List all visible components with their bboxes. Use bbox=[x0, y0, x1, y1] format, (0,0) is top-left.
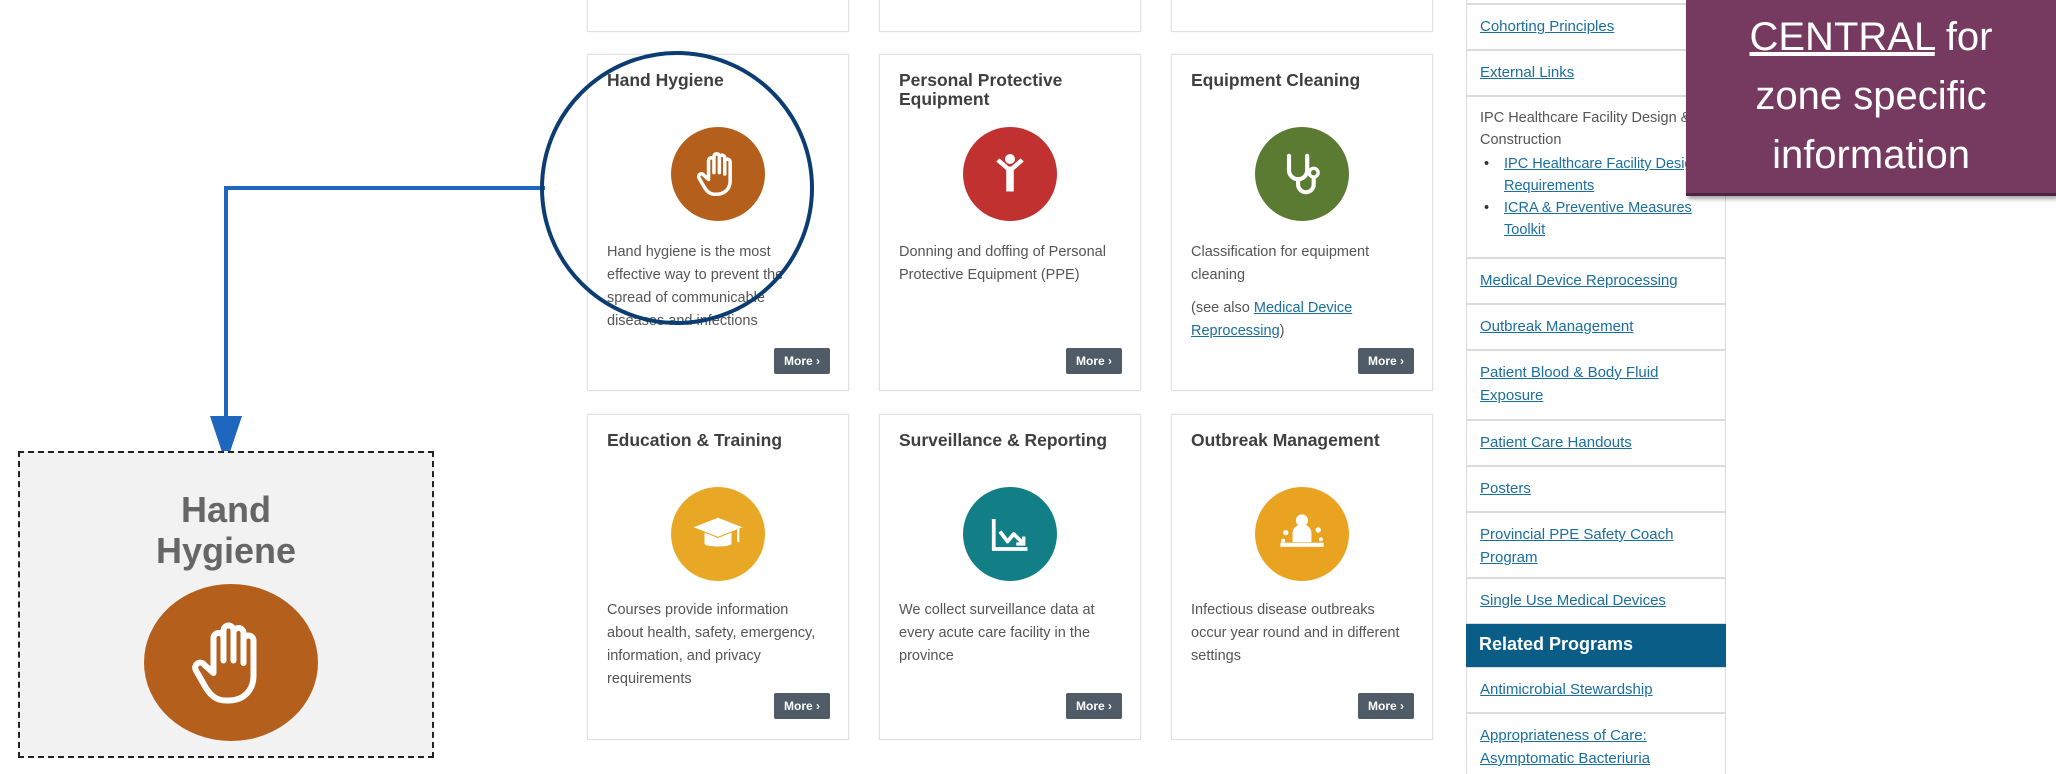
card-title: Surveillance & Reporting bbox=[899, 430, 1108, 450]
related-programs-header: Related Programs bbox=[1466, 624, 1726, 667]
card-hand-hygiene[interactable]: Hand Hygiene Hand hygiene is the most ef… bbox=[587, 54, 849, 391]
callout-title: Hand Hygiene bbox=[155, 489, 297, 571]
sidebar-item-posters[interactable]: Posters bbox=[1466, 466, 1726, 512]
card-description: Classification for equipment cleaning (s… bbox=[1191, 244, 1370, 339]
hand-icon bbox=[671, 127, 765, 221]
card-ppe[interactable]: Personal Protective Equipment Donning an… bbox=[879, 54, 1141, 391]
card-description: We collect surveillance data at every ac… bbox=[899, 602, 1095, 664]
card-title: Equipment Cleaning bbox=[1191, 70, 1361, 90]
sidebar-item-blood-body-fluid[interactable]: Patient Blood & Body Fluid Exposure bbox=[1466, 350, 1726, 420]
card-description: Infectious disease outbreaks occur year … bbox=[1191, 602, 1400, 664]
outbreak-icon bbox=[1255, 487, 1349, 581]
sidebar-item-appropriateness-of-care[interactable]: Appropriateness of Care: Asymptomatic Ba… bbox=[1466, 713, 1726, 774]
sidebar-item-ppe-safety-coach[interactable]: Provincial PPE Safety Coach Program bbox=[1466, 512, 1726, 578]
chart-icon bbox=[963, 487, 1057, 581]
card-education-training[interactable]: Education & Training Courses provide inf… bbox=[587, 414, 849, 740]
sidebar-item-medical-device-reprocessing[interactable]: Medical Device Reprocessing bbox=[1466, 258, 1726, 304]
card-outbreak-management[interactable]: Outbreak Management Infectious disease o… bbox=[1171, 414, 1433, 740]
card-partial-3 bbox=[1171, 0, 1433, 32]
sidebar-item-outbreak-management[interactable]: Outbreak Management bbox=[1466, 304, 1726, 350]
card-title: Personal Protective Equipment bbox=[899, 70, 1063, 109]
card-description: Hand hygiene is the most effective way t… bbox=[607, 244, 784, 329]
card-equipment-cleaning[interactable]: Equipment Cleaning Classification for eq… bbox=[1171, 54, 1433, 391]
more-button[interactable]: More › bbox=[1358, 348, 1414, 374]
hand-icon bbox=[144, 584, 318, 741]
card-partial-2 bbox=[879, 0, 1141, 32]
card-title: Education & Training bbox=[607, 430, 783, 450]
card-title: Hand Hygiene bbox=[607, 70, 724, 90]
sidebar-sublist: IPC Healthcare Facility Design Requireme… bbox=[1480, 153, 1712, 241]
card-description: Donning and doffing of Personal Protecti… bbox=[899, 244, 1106, 283]
more-button[interactable]: More › bbox=[774, 693, 830, 719]
hand-hygiene-callout: Hand Hygiene bbox=[18, 451, 434, 758]
more-button[interactable]: More › bbox=[1358, 693, 1414, 719]
card-surveillance-reporting[interactable]: Surveillance & Reporting We collect surv… bbox=[879, 414, 1141, 740]
zone-info-banner: CENTRAL for zone specific information bbox=[1686, 0, 2056, 196]
sidebar-subitem-design-requirements[interactable]: IPC Healthcare Facility Design Requireme… bbox=[1480, 153, 1712, 197]
card-partial-1 bbox=[587, 0, 849, 32]
stethoscope-icon bbox=[1255, 127, 1349, 221]
sidebar-subitem-icra-toolkit[interactable]: ICRA & Preventive Measures Toolkit bbox=[1480, 197, 1712, 241]
graduation-cap-icon bbox=[671, 487, 765, 581]
central-link[interactable]: CENTRAL bbox=[1749, 15, 1934, 59]
sidebar-item-patient-care-handouts[interactable]: Patient Care Handouts bbox=[1466, 420, 1726, 466]
more-button[interactable]: More › bbox=[1066, 348, 1122, 374]
sidebar-item-antimicrobial-stewardship[interactable]: Antimicrobial Stewardship bbox=[1466, 667, 1726, 713]
card-description: Courses provide information about health… bbox=[607, 602, 816, 687]
more-button[interactable]: More › bbox=[774, 348, 830, 374]
person-icon bbox=[963, 127, 1057, 221]
more-button[interactable]: More › bbox=[1066, 693, 1122, 719]
sidebar-item-single-use-devices[interactable]: Single Use Medical Devices bbox=[1466, 578, 1726, 624]
card-title: Outbreak Management bbox=[1191, 430, 1380, 450]
